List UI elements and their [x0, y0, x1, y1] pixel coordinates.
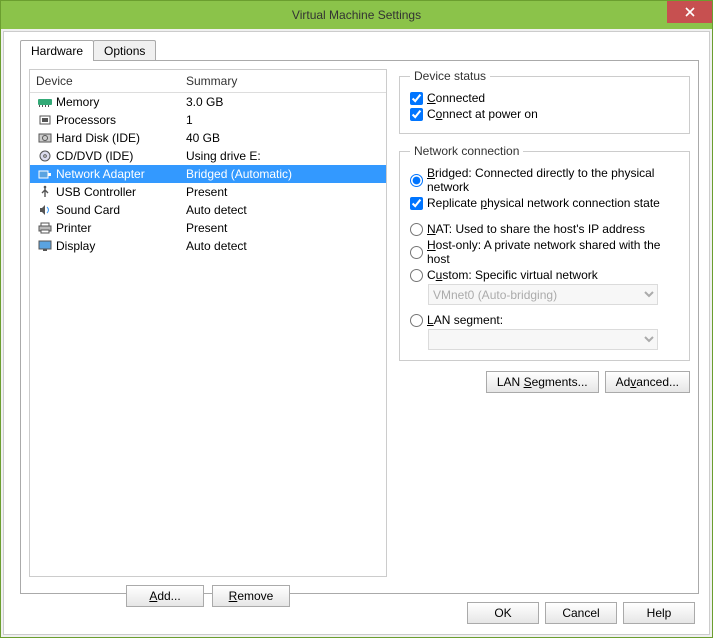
hostonly-input[interactable]	[410, 246, 423, 259]
device-summary: Auto detect	[186, 239, 380, 253]
settings-window: Virtual Machine Settings Hardware Option…	[0, 0, 713, 638]
device-name: Printer	[56, 221, 186, 235]
device-name: Sound Card	[56, 203, 186, 217]
device-name: CD/DVD (IDE)	[56, 149, 186, 163]
device-name: Memory	[56, 95, 186, 109]
nic-icon	[36, 166, 54, 182]
device-list-header: Device Summary	[30, 70, 386, 93]
config-pane: Device status Connected Connect at power…	[399, 69, 690, 585]
device-row-cd[interactable]: CD/DVD (IDE)Using drive E:	[30, 147, 386, 165]
col-device[interactable]: Device	[30, 70, 180, 92]
close-icon	[685, 7, 695, 17]
network-legend: Network connection	[410, 144, 523, 158]
ok-button[interactable]: OK	[467, 602, 539, 624]
device-row-usb[interactable]: USB ControllerPresent	[30, 183, 386, 201]
connect-power-input[interactable]	[410, 108, 423, 121]
device-name: USB Controller	[56, 185, 186, 199]
device-buttons: Add... Remove	[29, 585, 387, 607]
nat-input[interactable]	[410, 223, 423, 236]
disk-icon	[36, 130, 54, 146]
device-summary: Auto detect	[186, 203, 380, 217]
device-name: Network Adapter	[56, 167, 186, 181]
tab-options[interactable]: Options	[93, 40, 156, 61]
network-connection-group: Network connection Bridged: Connected di…	[399, 144, 690, 361]
replicate-input[interactable]	[410, 197, 423, 210]
connect-power-checkbox[interactable]: Connect at power on	[410, 107, 679, 121]
close-button[interactable]	[667, 1, 712, 23]
device-summary: Present	[186, 221, 380, 235]
device-summary: 3.0 GB	[186, 95, 380, 109]
titlebar: Virtual Machine Settings	[1, 1, 712, 29]
device-summary: 1	[186, 113, 380, 127]
lanseg-row	[428, 329, 679, 350]
usb-icon	[36, 184, 54, 200]
cpu-icon	[36, 112, 54, 128]
col-summary[interactable]: Summary	[180, 70, 386, 92]
content-area: Hardware Options Device Summary Memory3.…	[3, 31, 710, 635]
lan-segments-button[interactable]: LAN Segments...	[486, 371, 599, 393]
tab-strip: Hardware Options	[20, 40, 155, 61]
custom-radio[interactable]: Custom: Specific virtual network	[410, 268, 679, 282]
advanced-button[interactable]: Advanced...	[605, 371, 690, 393]
network-buttons: LAN Segments... Advanced...	[399, 371, 690, 393]
remove-button[interactable]: Remove	[212, 585, 290, 607]
add-button[interactable]: Add...	[126, 585, 204, 607]
custom-input[interactable]	[410, 269, 423, 282]
tab-panel: Device Summary Memory3.0 GBProcessors1Ha…	[20, 60, 699, 594]
bridged-input[interactable]	[410, 174, 423, 187]
device-row-disk[interactable]: Hard Disk (IDE)40 GB	[30, 129, 386, 147]
bridged-radio[interactable]: Bridged: Connected directly to the physi…	[410, 166, 679, 194]
memory-icon	[36, 94, 54, 110]
device-row-printer[interactable]: PrinterPresent	[30, 219, 386, 237]
device-list[interactable]: Device Summary Memory3.0 GBProcessors1Ha…	[29, 69, 387, 577]
connected-input[interactable]	[410, 92, 423, 105]
device-status-legend: Device status	[410, 69, 490, 83]
device-summary: 40 GB	[186, 131, 380, 145]
device-row-display[interactable]: DisplayAuto detect	[30, 237, 386, 255]
sound-icon	[36, 202, 54, 218]
lanseg-input[interactable]	[410, 314, 423, 327]
nat-radio[interactable]: NAT: Used to share the host's IP address	[410, 222, 679, 236]
device-row-sound[interactable]: Sound CardAuto detect	[30, 201, 386, 219]
vmnet-select: VMnet0 (Auto-bridging)	[428, 284, 658, 305]
help-button[interactable]: Help	[623, 602, 695, 624]
cancel-button[interactable]: Cancel	[545, 602, 617, 624]
device-name: Hard Disk (IDE)	[56, 131, 186, 145]
replicate-checkbox[interactable]: Replicate physical network connection st…	[410, 196, 679, 210]
vmnet-row: VMnet0 (Auto-bridging)	[428, 284, 679, 305]
printer-icon	[36, 220, 54, 236]
lanseg-radio[interactable]: LAN segment:	[410, 313, 679, 327]
device-summary: Bridged (Automatic)	[186, 167, 380, 181]
device-row-cpu[interactable]: Processors1	[30, 111, 386, 129]
display-icon	[36, 238, 54, 254]
lanseg-select	[428, 329, 658, 350]
device-row-memory[interactable]: Memory3.0 GB	[30, 93, 386, 111]
device-summary: Using drive E:	[186, 149, 380, 163]
cd-icon	[36, 148, 54, 164]
dialog-buttons: OK Cancel Help	[467, 602, 695, 624]
device-pane: Device Summary Memory3.0 GBProcessors1Ha…	[29, 69, 387, 585]
device-name: Processors	[56, 113, 186, 127]
tab-hardware[interactable]: Hardware	[20, 40, 94, 61]
device-status-group: Device status Connected Connect at power…	[399, 69, 690, 134]
connected-checkbox[interactable]: Connected	[410, 91, 679, 105]
hostonly-radio[interactable]: Host-only: A private network shared with…	[410, 238, 679, 266]
device-name: Display	[56, 239, 186, 253]
window-title: Virtual Machine Settings	[292, 8, 421, 22]
device-summary: Present	[186, 185, 380, 199]
device-row-nic[interactable]: Network AdapterBridged (Automatic)	[30, 165, 386, 183]
